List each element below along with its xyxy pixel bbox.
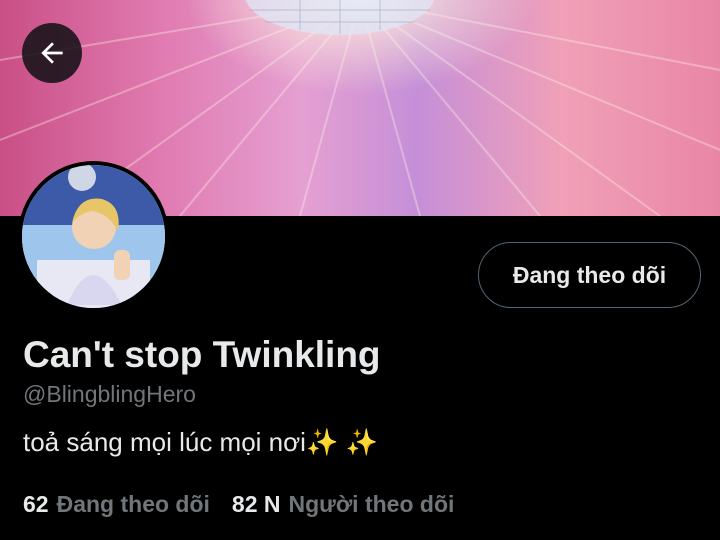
followers-count: 82 N [231,491,281,517]
user-handle: @BlingblingHero [23,381,196,407]
followers-label: Người theo dõi [288,491,455,517]
following-count: 62 [23,491,49,517]
following-button-label: Đang theo dõi [512,261,667,288]
avatar[interactable] [18,161,169,312]
followers-stat[interactable]: 82 N Người theo dõi [232,491,454,518]
following-label: Đang theo dõi [56,491,210,517]
display-name: Can't stop Twinkling [23,334,381,375]
profile-stats: 62 Đang theo dõi 82 N Người theo dõi [23,491,454,518]
arrow-left-icon [41,42,63,64]
avatar-image [22,165,165,308]
following-stat[interactable]: 62 Đang theo dõi [23,491,210,518]
profile-bio: toả sáng mọi lúc mọi nơi✨ ✨ [23,427,378,457]
following-button[interactable]: Đang theo dõi [478,242,701,308]
back-button[interactable] [22,23,82,83]
